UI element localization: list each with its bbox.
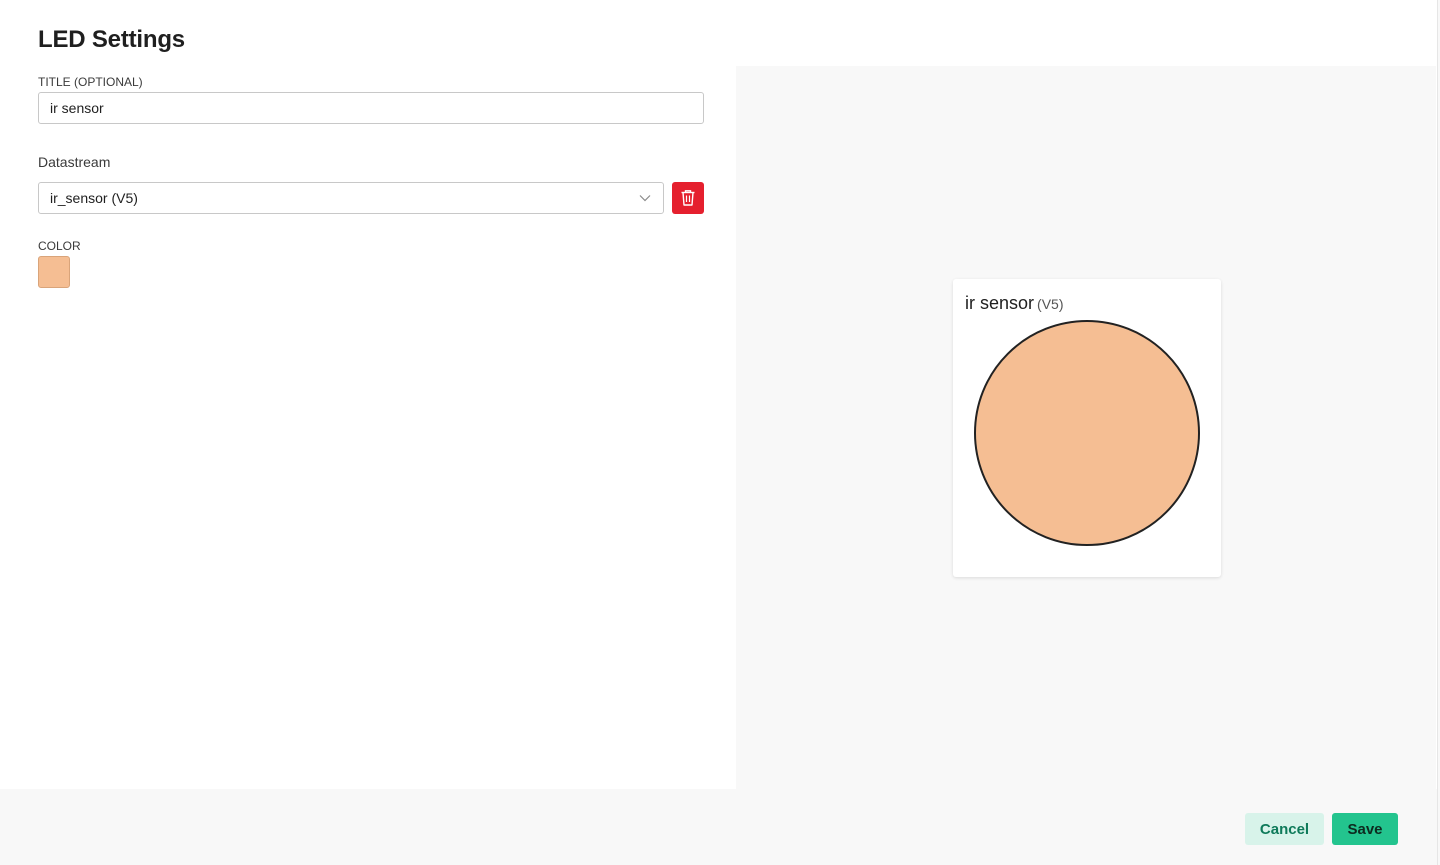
cancel-button[interactable]: Cancel xyxy=(1245,813,1324,845)
led-indicator xyxy=(974,320,1200,546)
datastream-select[interactable]: ir_sensor (V5) xyxy=(38,182,664,214)
color-label: COLOR xyxy=(38,239,81,253)
title-input[interactable] xyxy=(38,92,704,124)
led-widget-preview: ir sensor (V5) xyxy=(953,279,1221,577)
dialog-title: LED Settings xyxy=(38,26,185,53)
save-button[interactable]: Save xyxy=(1332,813,1398,845)
settings-panel: TITLE (OPTIONAL) Datastream ir_sensor (V… xyxy=(0,66,736,789)
chevron-down-icon xyxy=(638,191,652,205)
datastream-selected-value: ir_sensor (V5) xyxy=(50,190,138,206)
color-swatch[interactable] xyxy=(38,256,70,288)
title-field-label: TITLE (OPTIONAL) xyxy=(38,75,143,89)
dialog-footer: Cancel Save xyxy=(0,789,1440,865)
preview-panel: ir sensor (V5) xyxy=(736,66,1436,789)
widget-title-text: ir sensor xyxy=(965,293,1035,313)
widget-title: ir sensor (V5) xyxy=(965,293,1063,314)
led-settings-dialog: LED Settings TITLE (OPTIONAL) Datastream… xyxy=(0,0,1440,865)
delete-datastream-button[interactable] xyxy=(672,182,704,214)
trash-icon xyxy=(680,189,696,207)
widget-pin: (V5) xyxy=(1037,296,1064,312)
datastream-label: Datastream xyxy=(38,154,111,170)
